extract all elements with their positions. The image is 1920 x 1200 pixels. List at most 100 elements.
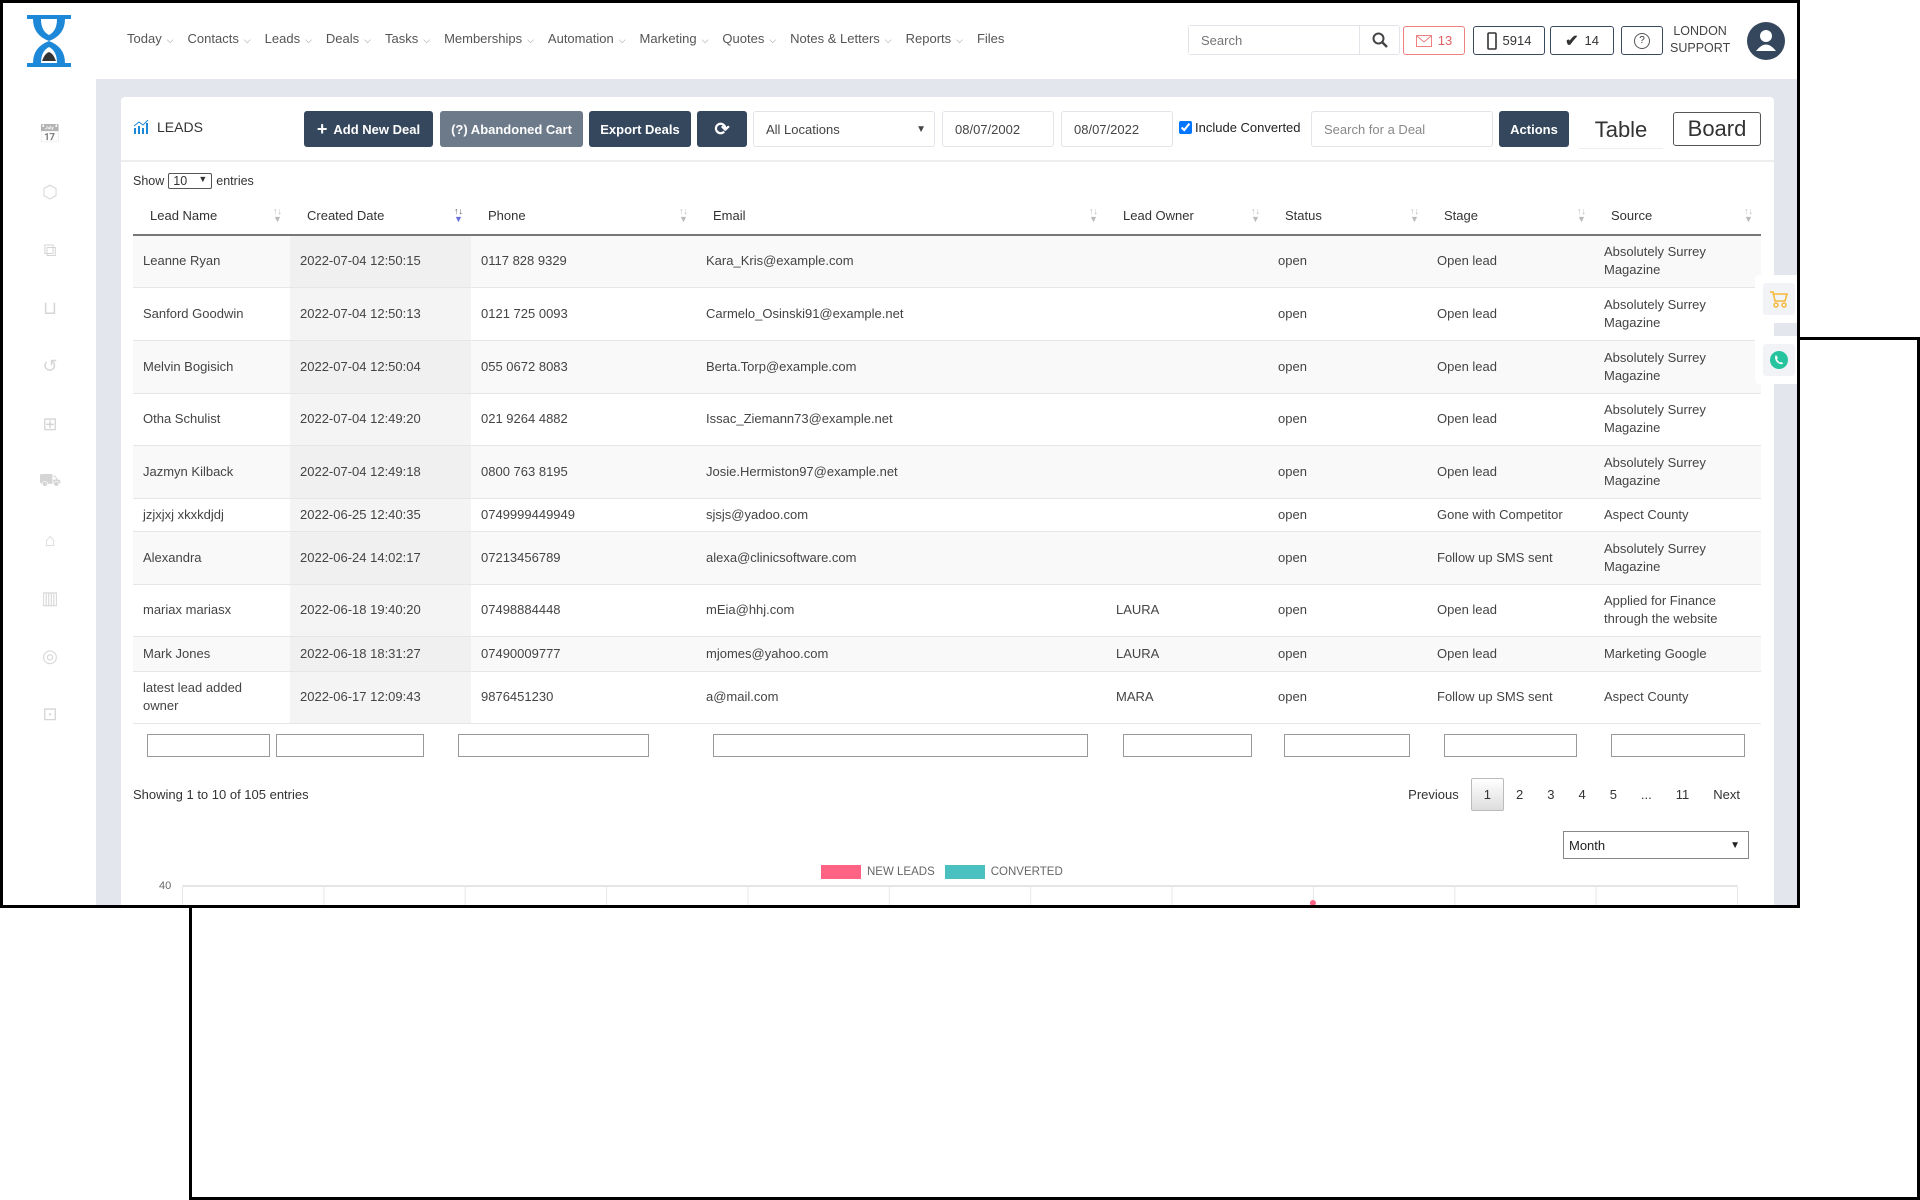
user-name[interactable]: LONDON SUPPORT — [1670, 23, 1730, 57]
nav-menu-item[interactable]: Memberships ⌵ — [444, 31, 534, 46]
whatsapp-phone-icon — [1770, 351, 1788, 369]
date-from-input[interactable]: 08/07/2002 — [942, 111, 1054, 147]
pagination-page[interactable]: 3 — [1535, 781, 1566, 808]
pagination-next[interactable]: Next — [1701, 781, 1752, 808]
abandoned-cart-button[interactable]: (?) Abandoned Cart — [440, 111, 583, 147]
copy-icon[interactable]: ⧉ — [39, 239, 61, 261]
avatar[interactable] — [1747, 22, 1785, 60]
calendar-icon[interactable]: 📅 — [39, 123, 61, 145]
refresh-button[interactable]: ⟳ — [697, 111, 747, 147]
nav-menu-item[interactable]: Marketing ⌵ — [640, 31, 709, 46]
include-converted-check[interactable] — [1179, 121, 1192, 134]
tasks-button[interactable]: ✔ 14 — [1550, 26, 1614, 55]
column-filter-input[interactable] — [276, 734, 424, 757]
table-row[interactable]: mariax mariasx 2022-06-18 19:40:20 0749888… — [133, 584, 1761, 637]
nav-menu-item[interactable]: Reports ⌵ — [906, 31, 963, 46]
column-header-label: Stage — [1444, 208, 1478, 223]
basket-icon[interactable]: ⊔ — [39, 297, 61, 319]
pagination-previous[interactable]: Previous — [1396, 781, 1471, 808]
nav-menu-item[interactable]: Quotes ⌵ — [722, 31, 776, 46]
date-to-input[interactable]: 08/07/2022 — [1061, 111, 1173, 147]
period-select[interactable]: Month ▼ — [1563, 831, 1749, 859]
board-view-tab[interactable]: Board — [1673, 112, 1761, 146]
sort-icon[interactable]: ↑↓ ▼ — [273, 207, 282, 224]
column-filter-input[interactable] — [713, 734, 1088, 757]
sort-icon[interactable]: ↑↓ ▼ — [1577, 207, 1586, 224]
column-filter-input[interactable] — [1284, 734, 1410, 757]
column-header[interactable]: Lead Name ↑↓ ▼ — [133, 197, 290, 236]
history-icon[interactable]: ↺ — [39, 355, 61, 377]
column-header[interactable]: Source ↑↓ ▼ — [1594, 197, 1761, 236]
table-row[interactable]: jzjxjxj xkxkdjdj 2022-06-25 12:40:35 07499… — [133, 498, 1761, 532]
nav-menu-item[interactable]: Today ⌵ — [127, 31, 174, 46]
search-icon[interactable] — [1359, 26, 1399, 54]
table-row[interactable]: Alexandra 2022-06-24 14:02:17 07213456789 a… — [133, 531, 1761, 585]
column-header[interactable]: Stage ↑↓ ▼ — [1427, 197, 1594, 236]
column-filter-input[interactable] — [147, 734, 270, 757]
table-row[interactable]: Melvin Bogisich 2022-07-04 12:50:04 055 06… — [133, 340, 1761, 394]
column-filter-input[interactable] — [1611, 734, 1745, 757]
sort-icon[interactable]: ↑↓ ▼ — [1251, 207, 1260, 224]
column-filter-input[interactable] — [1444, 734, 1577, 757]
column-header[interactable]: Phone ↑↓ ▼ — [471, 197, 696, 236]
whatsapp-widget[interactable] — [1755, 336, 1797, 384]
nav-menu-item[interactable]: Tasks ⌵ — [385, 31, 430, 46]
search-deal-input[interactable]: Search for a Deal — [1311, 111, 1493, 147]
table-cell: Absolutely Surrey Magazine — [1594, 340, 1761, 394]
table-row[interactable]: Leanne Ryan 2022-07-04 12:50:15 0117 828 9… — [133, 235, 1761, 288]
price-tag-icon[interactable]: ⌂ — [39, 529, 61, 551]
cart-icon[interactable]: ⛟ — [39, 470, 62, 493]
nav-menu-item[interactable]: Files — [977, 31, 1004, 46]
sort-icon[interactable]: ↑↓ ▼ — [1744, 207, 1753, 224]
nav-menu-item[interactable]: Deals ⌵ — [326, 31, 371, 46]
column-filter-input[interactable] — [458, 734, 649, 757]
global-search-input[interactable] — [1189, 26, 1359, 54]
lock-icon[interactable]: ⊡ — [39, 703, 61, 725]
nav-menu-item[interactable]: Notes & Letters ⌵ — [790, 31, 891, 46]
table-row[interactable]: latest lead added owner 2022-06-17 12:09:… — [133, 671, 1761, 724]
legend-new-leads[interactable]: NEW LEADS — [867, 866, 935, 878]
column-header[interactable]: Email ↑↓ ▼ — [696, 197, 1106, 236]
pagination-page[interactable]: 5 — [1598, 781, 1629, 808]
page-size-select[interactable]: 10 ▼ — [168, 173, 213, 189]
pagination-page[interactable]: 1 — [1470, 778, 1504, 811]
pagination-page[interactable]: ... — [1629, 781, 1664, 808]
new-leads-point[interactable] — [1309, 900, 1316, 906]
nav-menu-item[interactable]: Contacts ⌵ — [188, 31, 251, 46]
column-header[interactable]: Created Date ↑↓ ▼ — [290, 197, 471, 236]
search-deal-placeholder: Search for a Deal — [1324, 121, 1426, 137]
sort-icon[interactable]: ↑↓ ▼ — [1089, 207, 1098, 224]
table-row[interactable]: Sanford Goodwin 2022-07-04 12:50:13 0121 7… — [133, 287, 1761, 341]
table-row[interactable]: Mark Jones 2022-06-18 18:31:27 07490009777… — [133, 636, 1761, 672]
pagination-page[interactable]: 4 — [1566, 781, 1597, 808]
location-select[interactable]: All Locations ▼ — [753, 111, 935, 147]
column-header[interactable]: Status ↑↓ ▼ — [1268, 197, 1427, 236]
pagination-page[interactable]: 11 — [1664, 781, 1702, 808]
actions-button[interactable]: Actions — [1499, 111, 1569, 147]
column-header[interactable]: Lead Owner ↑↓ ▼ — [1106, 197, 1268, 236]
cart-widget[interactable] — [1755, 275, 1797, 323]
export-deals-button[interactable]: Export Deals — [589, 111, 691, 147]
nav-menu-item[interactable]: Leads ⌵ — [265, 31, 312, 46]
box-icon[interactable]: ⬡ — [39, 181, 61, 203]
sort-icon[interactable]: ↑↓ ▼ — [454, 207, 463, 224]
add-new-deal-button[interactable]: + Add New Deal — [304, 111, 433, 147]
user-sync-icon[interactable]: ◎ — [39, 645, 61, 667]
legend-converted[interactable]: CONVERTED — [991, 866, 1063, 878]
sort-icon[interactable]: ↑↓ ▼ — [679, 207, 688, 224]
include-converted-checkbox[interactable]: Include Converted — [1179, 120, 1301, 135]
nav-menu-item[interactable]: Automation ⌵ — [548, 31, 626, 46]
table-row[interactable]: Jazmyn Kilback 2022-07-04 12:49:18 0800 76… — [133, 445, 1761, 499]
help-button[interactable]: ? — [1621, 26, 1663, 55]
gift-icon[interactable]: ⊞ — [39, 413, 61, 435]
table-row[interactable]: Otha Schulist 2022-07-04 12:49:20 021 9264… — [133, 393, 1761, 446]
pagination-page[interactable]: 2 — [1504, 781, 1535, 808]
phone-button[interactable]: 5914 — [1473, 26, 1545, 55]
sort-icon[interactable]: ↑↓ ▼ — [1410, 207, 1419, 224]
column-filter-input[interactable] — [1123, 734, 1252, 757]
report-icon[interactable]: ▥ — [39, 587, 61, 609]
global-search[interactable] — [1188, 25, 1400, 55]
logo-hourglass-icon[interactable] — [25, 15, 73, 67]
mail-button[interactable]: 13 — [1403, 26, 1465, 55]
table-view-tab[interactable]: Table — [1579, 111, 1663, 149]
